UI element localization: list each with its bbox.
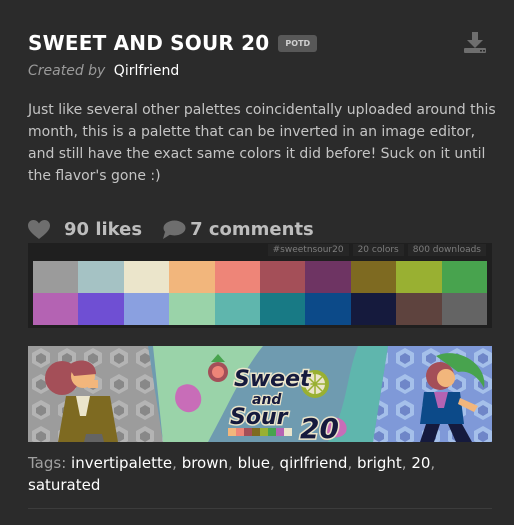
color-swatch[interactable] [260,293,306,325]
comments-link[interactable]: 7 comments [162,219,314,240]
color-swatch[interactable] [260,261,306,293]
byline: Created by Qirlfriend [28,63,179,79]
tags-label: Tags: [28,454,67,472]
tag-link[interactable]: saturated [28,476,100,494]
tag-link[interactable]: qirlfriend [280,454,348,472]
color-swatch[interactable] [441,293,487,325]
heart-icon [28,219,50,239]
palette-title: SWEET AND SOUR 20 [28,31,270,55]
likes-count: 90 likes [64,219,143,240]
color-swatch[interactable] [214,261,260,293]
color-swatch[interactable] [169,261,215,293]
banner-text-20: 20 [300,412,339,442]
tag-link[interactable]: blue [238,454,270,472]
banner-text-sour: Sour [230,405,289,430]
color-swatch[interactable] [169,293,215,325]
created-by-label: Created by [28,63,106,79]
color-swatch[interactable] [350,293,397,325]
color-swatch[interactable] [305,261,351,293]
like-button[interactable]: 90 likes [28,219,142,240]
swatch-grid [33,261,487,325]
palette-meta: #sweetnsour20 20 colors 800 downloads [264,244,486,256]
color-swatch[interactable] [33,293,79,325]
color-swatch[interactable] [396,293,442,325]
color-swatch[interactable] [33,261,79,293]
tag-link[interactable]: 20 [411,454,430,472]
tags-line: Tags: invertipalette, brown, blue, qirlf… [28,454,436,494]
tag-link[interactable]: invertipalette [71,454,172,472]
banner-text-sweet: Sweet [234,367,312,392]
color-swatch[interactable] [78,293,124,325]
tag-link[interactable]: bright [357,454,402,472]
title-row: SWEET AND SOUR 20 POTD [28,31,318,55]
potd-badge: POTD [278,34,318,52]
color-swatch[interactable] [123,261,170,293]
palette-hashtag[interactable]: #sweetnsour20 [267,244,349,256]
color-swatch[interactable] [396,261,442,293]
divider [28,508,492,509]
speech-bubble-icon [163,220,186,239]
palette-description: Just like several other palettes coincid… [28,102,496,184]
comments-count: 7 comments [190,219,314,240]
color-swatch[interactable] [214,293,260,325]
color-count: 20 colors [352,244,404,256]
color-swatch[interactable] [123,293,170,325]
download-icon[interactable] [463,30,487,54]
palette-card: #sweetnsour20 20 colors 800 downloads [28,243,492,328]
stats-row: 90 likes 7 comments [28,219,314,240]
author-link[interactable]: Qirlfriend [114,63,180,79]
color-swatch[interactable] [441,261,487,293]
color-swatch[interactable] [305,293,351,325]
color-swatch[interactable] [78,261,124,293]
color-swatch[interactable] [350,261,397,293]
download-count: 800 downloads [407,244,486,256]
palette-banner-image[interactable]: Sweet and Sour 20 [28,346,492,442]
tag-link[interactable]: brown [182,454,228,472]
